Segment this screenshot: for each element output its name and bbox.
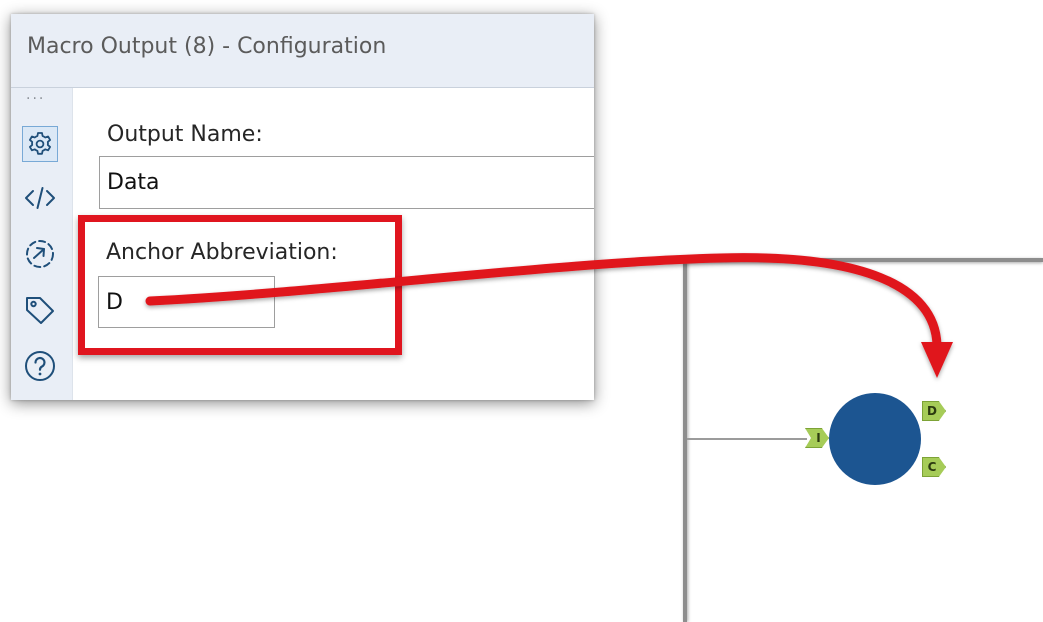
output-name-label: Output Name: xyxy=(107,122,263,147)
macro-output-tool-node[interactable] xyxy=(829,393,921,485)
output-name-input[interactable] xyxy=(99,156,594,209)
help-icon[interactable] xyxy=(22,348,58,384)
icon-rail: ··· xyxy=(11,88,73,400)
gear-icon[interactable] xyxy=(22,126,58,162)
canvas-top-border xyxy=(685,258,1043,262)
rail-overflow-dots[interactable]: ··· xyxy=(26,92,45,106)
tag-icon[interactable] xyxy=(22,292,58,328)
code-icon[interactable] xyxy=(22,180,58,216)
connection-line[interactable] xyxy=(687,438,807,440)
screenshot-stage: Macro Output (8) - Configuration ··· Out… xyxy=(0,0,1043,622)
highlight-box xyxy=(78,215,402,355)
panel-title: Macro Output (8) - Configuration xyxy=(27,34,387,59)
panel-header: Macro Output (8) - Configuration xyxy=(11,14,594,88)
canvas-left-border xyxy=(683,258,687,622)
circle-arrow-icon[interactable] xyxy=(22,236,58,272)
